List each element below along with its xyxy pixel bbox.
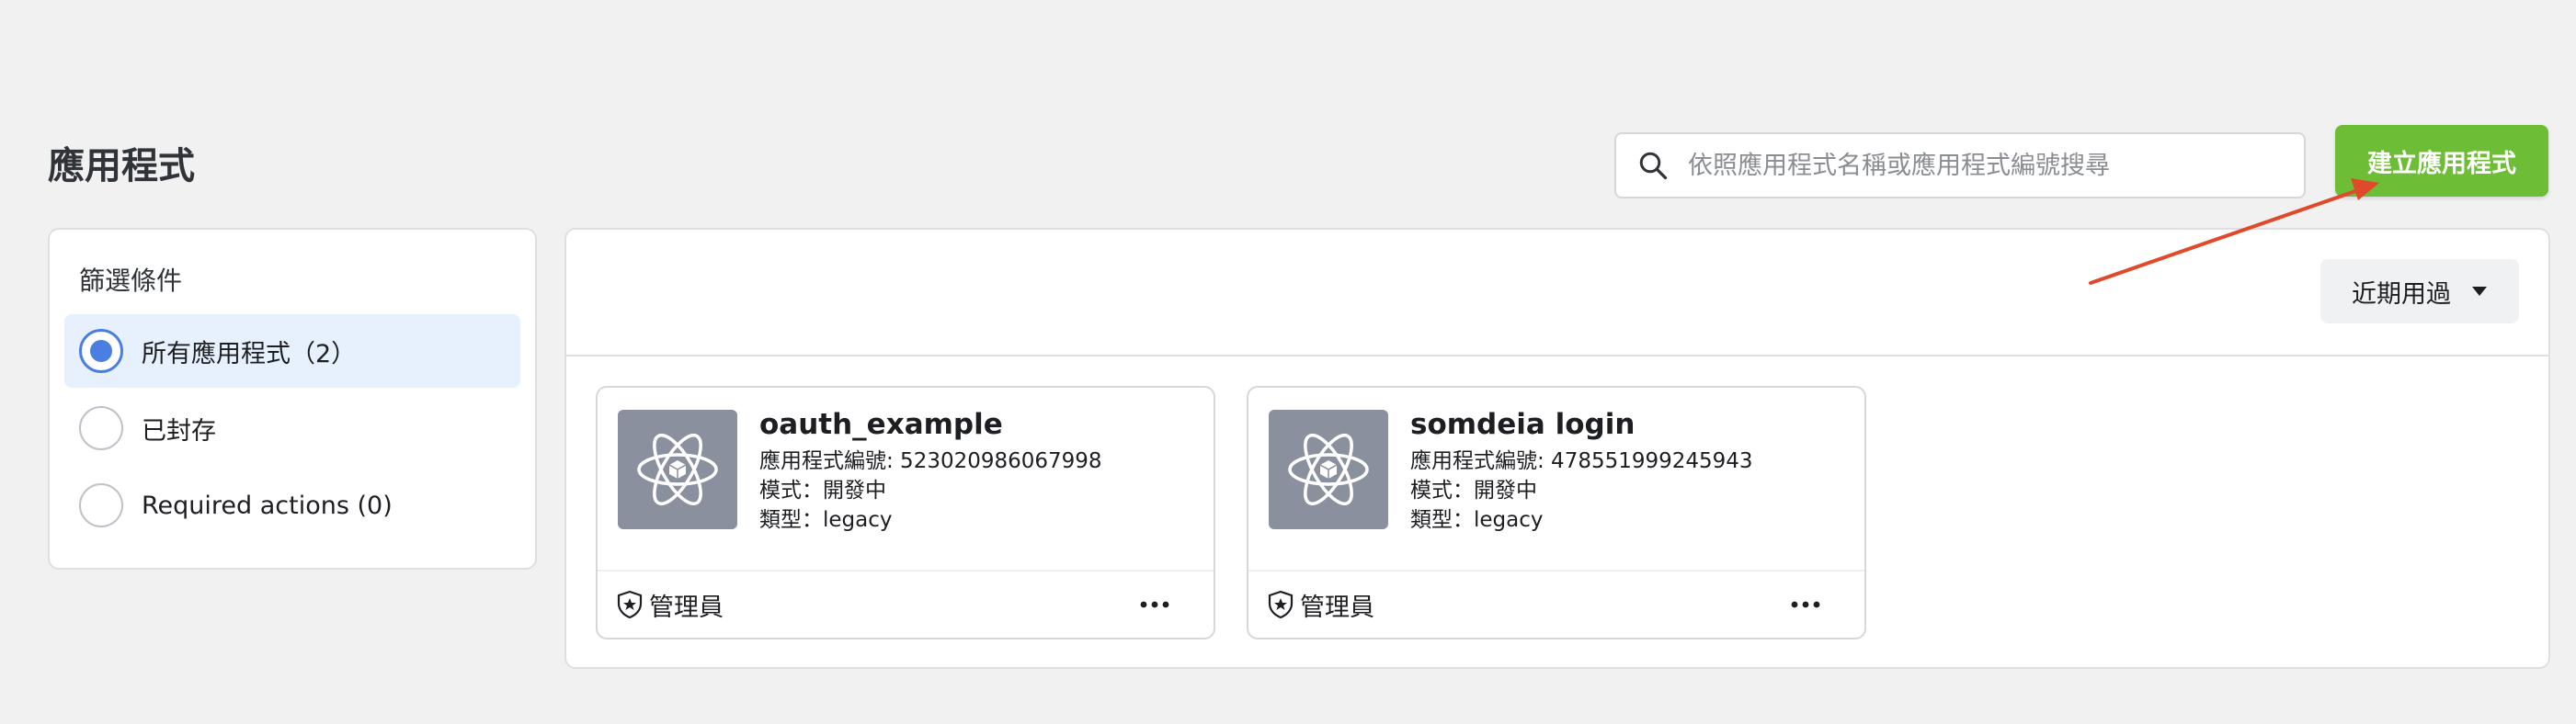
search-box[interactable]	[1614, 132, 2306, 198]
more-icon	[1140, 601, 1169, 608]
divider	[566, 355, 2548, 356]
filter-option-archived[interactable]: 已封存	[64, 391, 520, 465]
radio-button[interactable]	[79, 483, 123, 527]
app-role-label: 管理員	[1300, 593, 1374, 622]
app-mode: 模式：開發中	[1410, 479, 1537, 503]
app-card-footer: 管理員	[1248, 570, 1864, 638]
search-icon	[1639, 152, 1668, 180]
app-mode: 模式：開發中	[759, 479, 886, 503]
filter-option-label: Required actions (0)	[142, 491, 393, 520]
filter-panel: 篩選條件 所有應用程式（2） 已封存 Required actions (0)	[48, 228, 537, 570]
sort-dropdown[interactable]: 近期用過	[2320, 259, 2519, 323]
admin-shield-icon	[617, 590, 643, 619]
filter-title: 篩選條件	[79, 266, 183, 296]
filter-option-label: 所有應用程式（2）	[142, 339, 357, 368]
app-role-label: 管理員	[649, 593, 724, 622]
apps-panel: 近期用過 oauth_example 應用程式編號: 5230209860679…	[564, 228, 2550, 669]
app-name[interactable]: oauth_example	[759, 408, 1102, 441]
app-card-footer: 管理員	[598, 570, 1214, 638]
app-id: 應用程式編號: 523020986067998	[759, 449, 1102, 473]
more-options-button[interactable]	[1133, 586, 1177, 623]
app-type: 類型：legacy	[1410, 508, 1544, 532]
more-icon	[1791, 601, 1820, 608]
filter-option-required-actions[interactable]: Required actions (0)	[64, 469, 520, 542]
search-input[interactable]	[1688, 151, 2304, 180]
page-title: 應用程式	[48, 145, 195, 187]
filter-option-all-apps[interactable]: 所有應用程式（2）	[64, 314, 520, 388]
create-app-button[interactable]: 建立應用程式	[2335, 125, 2548, 197]
admin-shield-icon	[1268, 590, 1294, 619]
filter-option-label: 已封存	[142, 416, 216, 446]
app-type: 類型：legacy	[759, 508, 893, 532]
app-atom-icon	[1269, 410, 1388, 529]
app-card[interactable]: oauth_example 應用程式編號: 523020986067998 模式…	[596, 386, 1215, 639]
app-id: 應用程式編號: 478551999245943	[1410, 449, 1753, 473]
app-card[interactable]: somdeia login 應用程式編號: 478551999245943 模式…	[1247, 386, 1866, 639]
app-name[interactable]: somdeia login	[1410, 408, 1753, 441]
radio-button[interactable]	[79, 406, 123, 450]
radio-button-selected[interactable]	[79, 329, 123, 373]
caret-down-icon	[2472, 287, 2487, 296]
sort-label: 近期用過	[2352, 279, 2451, 309]
more-options-button[interactable]	[1784, 586, 1828, 623]
app-atom-icon	[618, 410, 737, 529]
